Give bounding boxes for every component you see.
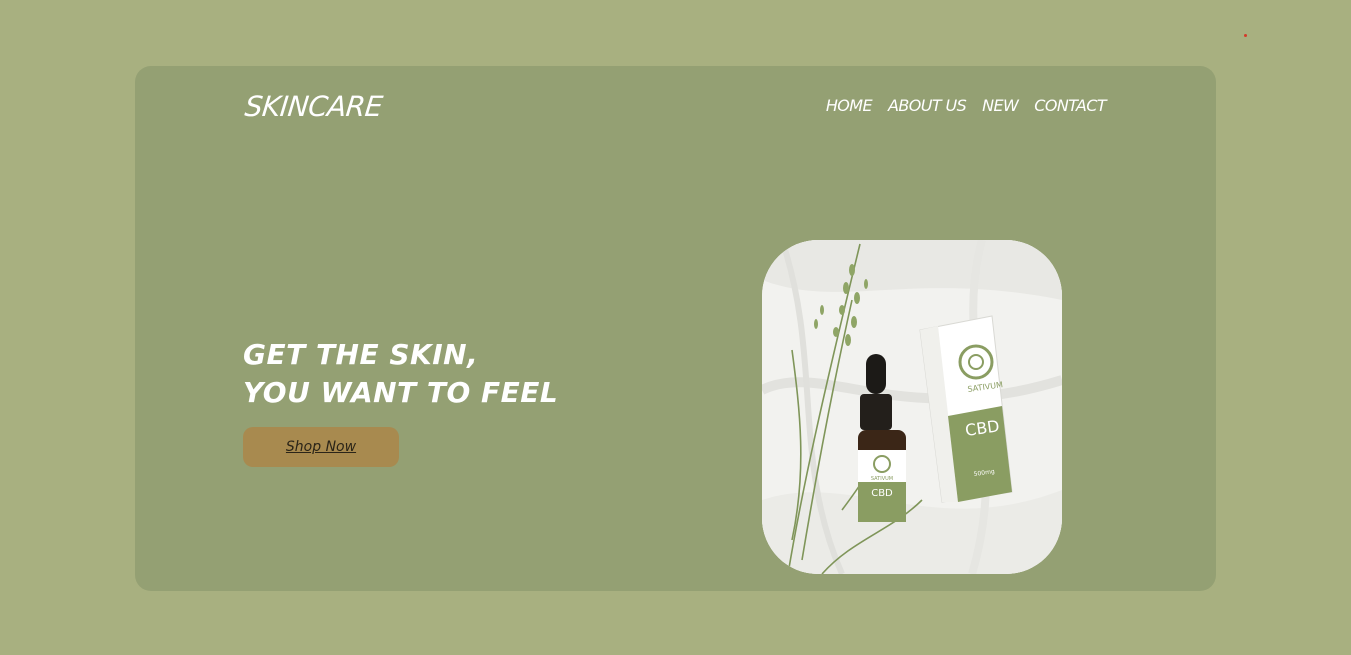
shop-now-button[interactable]: Shop Now xyxy=(243,427,399,467)
nav-item-contact[interactable]: CONTACT xyxy=(1034,96,1106,115)
hero-headline: GET THE SKIN, YOU WANT TO FEEL xyxy=(243,336,558,412)
brand-logo[interactable]: SKINCARE xyxy=(243,90,384,123)
svg-text:CBD: CBD xyxy=(871,488,893,499)
product-image: SATIVUM CBD 500mg SATIVUM CBD xyxy=(762,240,1062,574)
hero-card: SKINCARE HOME ABOUT US NEW CONTACT GET T… xyxy=(135,66,1216,591)
nav-item-home[interactable]: HOME xyxy=(826,96,873,115)
red-dot-marker xyxy=(1244,34,1247,37)
svg-text:SATIVUM: SATIVUM xyxy=(871,476,893,482)
headline-line-2: YOU WANT TO FEEL xyxy=(243,376,559,409)
cbd-product-photo: SATIVUM CBD 500mg SATIVUM CBD xyxy=(762,240,1062,574)
nav-item-about-us[interactable]: ABOUT US xyxy=(888,96,967,115)
headline-line-1: GET THE SKIN, xyxy=(243,338,479,371)
nav-item-new[interactable]: NEW xyxy=(982,96,1019,115)
main-nav: HOME ABOUT US NEW CONTACT xyxy=(826,96,1107,115)
